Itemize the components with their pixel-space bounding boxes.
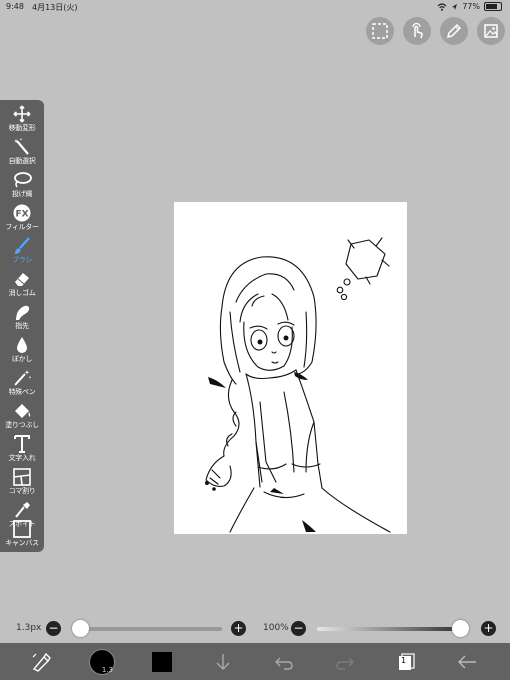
special-pen-icon — [14, 370, 32, 386]
back-button[interactable] — [454, 649, 480, 675]
tool-label: コマ割り — [8, 487, 36, 495]
fill-icon — [15, 404, 31, 418]
redo-button[interactable] — [332, 649, 358, 675]
tool-panel: 移動変形 自動選択 投げ縄 FX フィルター ブラシ 消しゴム 指先 ぼかし 特… — [0, 100, 44, 552]
brush-size-decrease-button[interactable]: − — [46, 621, 61, 636]
tool-label: 自動選択 — [8, 157, 36, 165]
pen-tool-icon — [446, 23, 462, 39]
tool-special-pen[interactable]: 特殊ペン — [0, 366, 44, 399]
brush-size-button[interactable]: 1.3 — [89, 649, 115, 675]
canvas-icon — [13, 520, 31, 538]
svg-text:FX: FX — [15, 210, 28, 220]
minus-icon: − — [48, 621, 59, 635]
gesture-icon — [412, 22, 423, 39]
location-icon — [452, 3, 458, 10]
status-time: 9:48 — [6, 2, 24, 11]
tool-label: 特殊ペン — [8, 388, 36, 396]
selection-icon — [372, 23, 388, 39]
gallery-icon — [484, 24, 498, 38]
status-bar: 9:48 4月13日(火) 77% — [0, 0, 510, 14]
minus-icon: − — [293, 621, 304, 635]
layers-button[interactable]: 1 — [393, 649, 419, 675]
opacity-row: 100% − + — [255, 618, 510, 638]
frame-icon — [13, 468, 31, 486]
selection-button[interactable] — [366, 17, 394, 45]
undo-button[interactable] — [271, 649, 297, 675]
tool-eraser[interactable]: 消しゴム — [0, 267, 44, 300]
lasso-icon — [14, 172, 32, 188]
tool-label: 投げ縄 — [11, 190, 33, 198]
tool-label: 指先 — [15, 322, 29, 330]
brush-size-badge: 1.3 — [101, 666, 113, 674]
tool-text[interactable]: 文字入れ — [0, 432, 44, 465]
tool-fill[interactable]: 塗りつぶし — [0, 399, 44, 432]
tool-lasso[interactable]: 投げ縄 — [0, 168, 44, 201]
move-icon — [13, 105, 31, 123]
tool-label: 塗りつぶし — [5, 421, 39, 429]
battery-icon — [484, 2, 502, 11]
tool-label: キャンバス — [5, 539, 39, 547]
wifi-icon — [437, 2, 447, 11]
tool-label: フィルター — [5, 223, 39, 231]
brush-size-track[interactable] — [74, 627, 222, 631]
download-button[interactable] — [210, 649, 236, 675]
status-right: 77% — [437, 2, 502, 11]
quick-menu-button[interactable] — [28, 649, 54, 675]
color-button[interactable] — [149, 649, 175, 675]
tool-label: 文字入れ — [8, 454, 36, 462]
tool-blur[interactable]: ぼかし — [0, 333, 44, 366]
redo-icon — [336, 657, 354, 670]
opacity-increase-button[interactable]: + — [481, 621, 496, 636]
tool-label: 移動変形 — [8, 124, 36, 132]
line-art — [205, 237, 391, 533]
tool-auto-select[interactable]: 自動選択 — [0, 135, 44, 168]
eraser-icon — [15, 273, 29, 286]
brush-eraser-toggle-icon — [32, 652, 51, 672]
layer-count: 1 — [401, 656, 407, 665]
undo-icon — [275, 657, 293, 670]
tool-frame-divider[interactable]: コマ割り — [0, 465, 44, 498]
tool-filter[interactable]: FX フィルター — [0, 201, 44, 234]
tool-canvas[interactable]: キャンバス — [0, 517, 44, 550]
magic-wand-icon — [14, 138, 29, 155]
opacity-track[interactable] — [317, 627, 467, 631]
brush-size-thumb[interactable] — [72, 620, 89, 637]
opacity-thumb[interactable] — [452, 620, 469, 637]
text-icon — [14, 435, 30, 453]
arrow-down-icon — [216, 654, 230, 670]
gesture-button[interactable] — [403, 17, 431, 45]
current-color-swatch — [152, 652, 172, 672]
fx-icon: FX — [13, 204, 31, 222]
plus-icon: + — [233, 621, 244, 635]
brush-size-value: 1.3px — [16, 623, 42, 633]
tool-move-transform[interactable]: 移動変形 — [0, 102, 44, 135]
status-date: 4月13日(火) — [32, 3, 78, 12]
opacity-decrease-button[interactable]: − — [291, 621, 306, 636]
tool-label: ブラシ — [12, 256, 32, 264]
tool-smudge[interactable]: 指先 — [0, 300, 44, 333]
tool-label: ぼかし — [11, 355, 33, 363]
brush-size-increase-button[interactable]: + — [231, 621, 246, 636]
bottom-toolbar: 1.3 1 — [0, 643, 510, 680]
blur-icon — [17, 337, 27, 353]
tool-brush[interactable]: ブラシ — [0, 234, 44, 267]
opacity-value: 100% — [263, 623, 289, 633]
brush-size-row: 1.3px − + — [0, 618, 255, 638]
finger-icon — [16, 305, 30, 320]
arrow-left-icon — [458, 655, 476, 669]
pen-settings-button[interactable] — [440, 17, 468, 45]
plus-icon: + — [483, 621, 494, 635]
tool-label: 消しゴム — [8, 289, 36, 297]
brush-icon — [15, 237, 30, 254]
gallery-button[interactable] — [477, 17, 505, 45]
battery-fill — [486, 4, 497, 9]
drawing-canvas[interactable] — [174, 202, 407, 534]
battery-percent: 77% — [462, 2, 480, 11]
brush-size-preview: 1.3 — [89, 649, 115, 675]
